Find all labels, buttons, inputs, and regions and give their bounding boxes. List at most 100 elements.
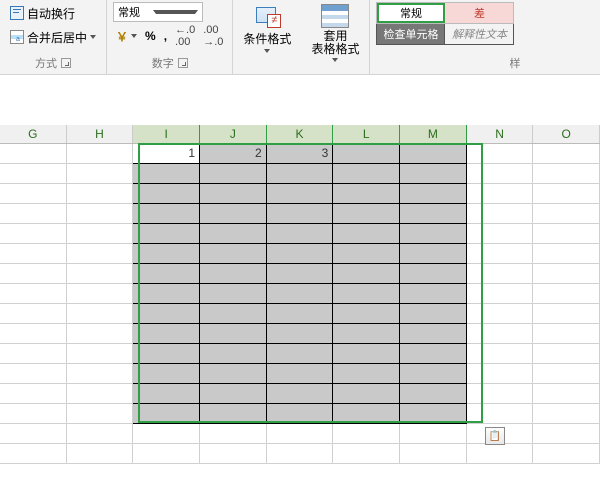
cell[interactable]: [67, 204, 134, 224]
cell[interactable]: [333, 324, 400, 344]
cell[interactable]: [67, 324, 134, 344]
cell[interactable]: [467, 144, 534, 164]
cell[interactable]: [67, 244, 134, 264]
cell[interactable]: [133, 444, 200, 464]
cell[interactable]: [200, 444, 267, 464]
style-bad[interactable]: 差: [445, 3, 513, 23]
cell[interactable]: [133, 224, 200, 244]
cell[interactable]: [267, 444, 334, 464]
column-header[interactable]: N: [467, 125, 534, 143]
cell[interactable]: [400, 304, 467, 324]
cell[interactable]: [267, 164, 334, 184]
cell[interactable]: [333, 384, 400, 404]
cell[interactable]: [400, 324, 467, 344]
column-header[interactable]: L: [333, 125, 400, 143]
cell[interactable]: [0, 304, 67, 324]
cell[interactable]: [267, 264, 334, 284]
cell[interactable]: [400, 424, 467, 444]
column-header[interactable]: M: [400, 125, 467, 143]
cell[interactable]: [0, 244, 67, 264]
cell[interactable]: [133, 284, 200, 304]
merge-center-button[interactable]: a 合并后居中: [6, 27, 100, 48]
cell[interactable]: [400, 344, 467, 364]
cell[interactable]: [67, 364, 134, 384]
cell[interactable]: [200, 224, 267, 244]
accounting-format-button[interactable]: ￥: [113, 27, 140, 46]
decrease-decimal-button[interactable]: .00→.0: [200, 23, 226, 49]
cell[interactable]: [400, 364, 467, 384]
cell[interactable]: [400, 164, 467, 184]
cell[interactable]: [67, 284, 134, 304]
cell[interactable]: [267, 344, 334, 364]
comma-button[interactable]: ,: [161, 28, 170, 44]
cell[interactable]: [200, 184, 267, 204]
cell[interactable]: [467, 244, 534, 264]
cell[interactable]: [400, 144, 467, 164]
style-check-cell[interactable]: 检查单元格: [377, 24, 445, 44]
cell[interactable]: [267, 244, 334, 264]
cell[interactable]: [533, 224, 600, 244]
cell[interactable]: [267, 224, 334, 244]
cell[interactable]: [0, 384, 67, 404]
cell[interactable]: [467, 384, 534, 404]
cell[interactable]: [133, 304, 200, 324]
cell[interactable]: [133, 364, 200, 384]
cell[interactable]: [333, 144, 400, 164]
cell[interactable]: [467, 204, 534, 224]
style-general[interactable]: 常规: [377, 3, 445, 23]
cell[interactable]: [333, 164, 400, 184]
cell[interactable]: [67, 144, 134, 164]
cell[interactable]: [533, 304, 600, 324]
cell[interactable]: [533, 324, 600, 344]
cell[interactable]: [133, 344, 200, 364]
cell[interactable]: [200, 424, 267, 444]
cell[interactable]: [533, 164, 600, 184]
cell[interactable]: [400, 244, 467, 264]
cell[interactable]: [333, 404, 400, 424]
cell[interactable]: [333, 264, 400, 284]
style-gallery[interactable]: 常规 差: [376, 2, 514, 24]
cell[interactable]: [333, 424, 400, 444]
cell[interactable]: [133, 244, 200, 264]
cell[interactable]: [467, 344, 534, 364]
column-header[interactable]: O: [533, 125, 600, 143]
cell[interactable]: [67, 184, 134, 204]
cell[interactable]: [67, 224, 134, 244]
cell[interactable]: [133, 404, 200, 424]
cell[interactable]: [67, 384, 134, 404]
cell[interactable]: [0, 284, 67, 304]
cell[interactable]: [533, 144, 600, 164]
cell[interactable]: [400, 284, 467, 304]
cell[interactable]: [133, 264, 200, 284]
cell[interactable]: [267, 364, 334, 384]
cell[interactable]: [333, 184, 400, 204]
cell[interactable]: [0, 224, 67, 244]
cell[interactable]: [400, 384, 467, 404]
cell[interactable]: [267, 424, 334, 444]
cell[interactable]: [200, 204, 267, 224]
cell[interactable]: [67, 264, 134, 284]
cell[interactable]: [0, 324, 67, 344]
cell[interactable]: [467, 444, 534, 464]
cell[interactable]: [0, 264, 67, 284]
cell[interactable]: [0, 144, 67, 164]
cell[interactable]: [267, 304, 334, 324]
cell[interactable]: [533, 244, 600, 264]
cell[interactable]: [467, 364, 534, 384]
column-header[interactable]: J: [200, 125, 267, 143]
grid-rows[interactable]: 123: [0, 144, 600, 464]
cell[interactable]: [533, 184, 600, 204]
cell[interactable]: [200, 284, 267, 304]
cell[interactable]: 2: [200, 144, 267, 164]
percent-button[interactable]: %: [142, 28, 159, 44]
cell[interactable]: [333, 224, 400, 244]
cell[interactable]: [400, 264, 467, 284]
cell[interactable]: [333, 364, 400, 384]
cell[interactable]: [467, 264, 534, 284]
cell[interactable]: [467, 404, 534, 424]
column-header[interactable]: I: [133, 125, 200, 143]
table-format-button[interactable]: 套用 表格格式: [307, 2, 363, 64]
cell[interactable]: [400, 444, 467, 464]
cell[interactable]: [200, 384, 267, 404]
dialog-launcher-alignment[interactable]: [61, 58, 71, 68]
